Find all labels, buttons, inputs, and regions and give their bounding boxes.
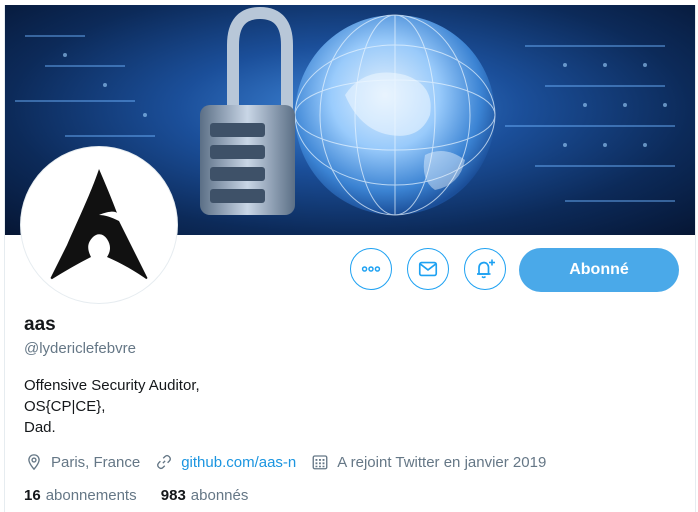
more-icon <box>361 266 381 272</box>
profile-website[interactable]: github.com/aas-n <box>154 452 296 472</box>
joined-text: A rejoint Twitter en janvier 2019 <box>337 453 547 471</box>
website-link[interactable]: github.com/aas-n <box>181 454 296 471</box>
profile-avatar-frame[interactable] <box>21 147 177 303</box>
calendar-icon <box>310 452 330 472</box>
location-icon <box>24 452 44 472</box>
bell-plus-icon <box>477 259 495 279</box>
avatar <box>27 153 171 297</box>
following-count: 16 <box>24 487 41 504</box>
profile-bio: Offensive Security Auditor, OS{CP|CE}, D… <box>24 375 200 438</box>
profile-location: Paris, France <box>24 452 140 472</box>
message-button[interactable] <box>407 248 449 290</box>
more-button[interactable] <box>350 248 392 290</box>
followers-stat[interactable]: 983 abonnés <box>161 487 249 504</box>
location-text: Paris, France <box>51 453 141 471</box>
profile-name: aas <box>24 314 56 335</box>
profile-joined: A rejoint Twitter en janvier 2019 <box>310 452 546 472</box>
bio-line: OS{CP|CE}, <box>24 398 106 415</box>
arch-linux-logo-icon <box>49 169 149 281</box>
followers-label: abonnés <box>190 487 249 504</box>
profile-card: Abonné aas @lydericlefebvre Offensive Se… <box>4 5 696 512</box>
following-button[interactable]: Abonné <box>519 248 679 292</box>
followers-count: 983 <box>160 487 186 504</box>
profile-stats: 16 abonnements 983 abonnés <box>24 487 268 504</box>
bio-line: Offensive Security Auditor, <box>24 377 200 394</box>
profile-handle[interactable]: @lydericlefebvre <box>24 340 136 357</box>
notifications-button[interactable] <box>464 248 506 290</box>
link-icon <box>154 452 174 472</box>
bio-line: Dad. <box>24 419 56 436</box>
following-label: abonnements <box>45 487 137 504</box>
following-stat[interactable]: 16 abonnements <box>24 487 137 504</box>
mail-icon <box>418 261 438 277</box>
profile-meta: Paris, France github.com/aas-n A rejoint… <box>24 452 560 472</box>
